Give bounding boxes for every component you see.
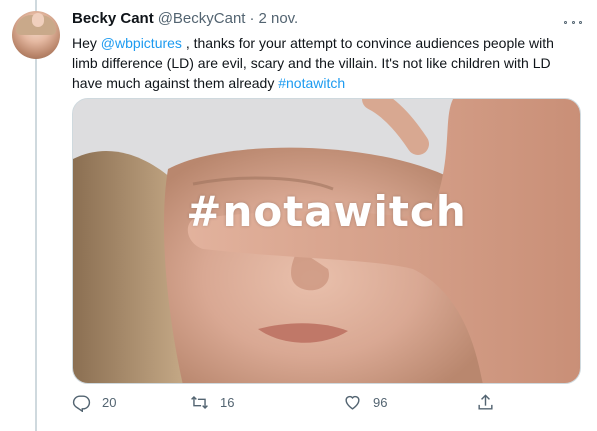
- retweet-icon: [191, 395, 208, 410]
- share-icon: [478, 394, 493, 410]
- separator: ·: [249, 10, 255, 27]
- mention-link[interactable]: @wbpictures: [101, 35, 182, 51]
- avatar[interactable]: [12, 11, 60, 59]
- reply-count: 20: [102, 395, 117, 410]
- reply-icon: [72, 395, 91, 412]
- hashtag-link[interactable]: #notawitch: [278, 75, 345, 91]
- tweet-text-part: Hey: [72, 35, 101, 51]
- image-overlay-hashtag: #notawitch: [186, 187, 467, 236]
- tweet-header: Becky Cant @BeckyCant · 2 nov.: [72, 9, 582, 29]
- avatar-hand: [32, 13, 44, 27]
- tweet-actions: 20 16 96: [72, 393, 502, 419]
- reply-button[interactable]: 20: [72, 393, 116, 412]
- retweet-button[interactable]: 16: [190, 393, 234, 412]
- author-handle[interactable]: @BeckyCant: [158, 9, 246, 29]
- more-horizontal-icon[interactable]: [564, 17, 582, 27]
- tweet-image[interactable]: #notawitch: [72, 98, 581, 384]
- tweet-time[interactable]: 2 nov.: [258, 9, 298, 29]
- thread-line: [35, 0, 37, 431]
- like-count: 96: [373, 395, 388, 410]
- retweet-count: 16: [220, 395, 235, 410]
- like-button[interactable]: 96: [343, 393, 387, 412]
- tweet-text: Hey @wbpictures , thanks for your attemp…: [72, 33, 580, 93]
- heart-icon: [345, 395, 360, 410]
- author-name[interactable]: Becky Cant: [72, 9, 154, 29]
- tweet-image-picture: [73, 99, 580, 383]
- tweet[interactable]: Becky Cant @BeckyCant · 2 nov. Hey @wbpi…: [0, 0, 597, 431]
- share-button[interactable]: [476, 393, 506, 412]
- tweet-content: Becky Cant @BeckyCant · 2 nov. Hey @wbpi…: [72, 9, 582, 93]
